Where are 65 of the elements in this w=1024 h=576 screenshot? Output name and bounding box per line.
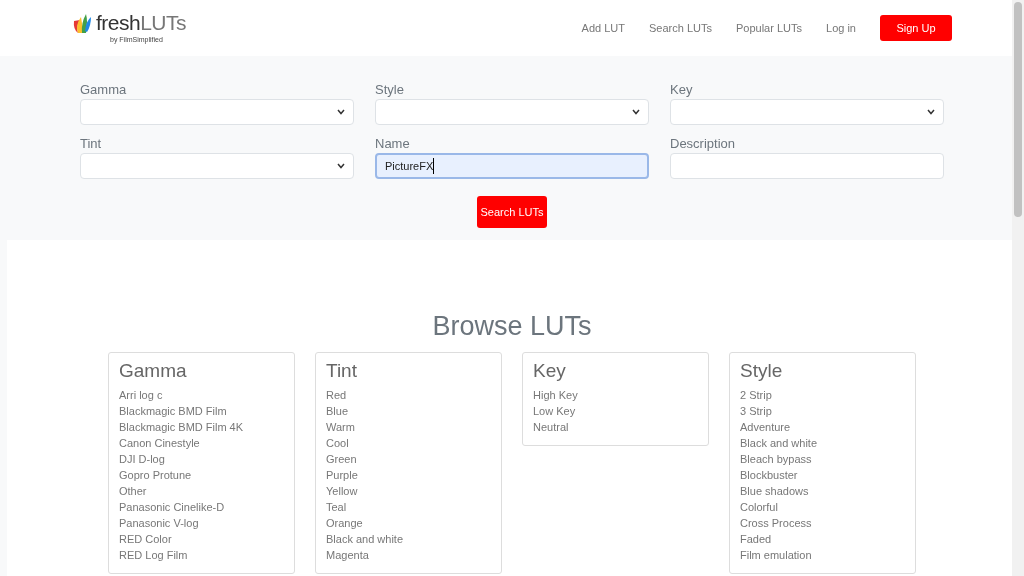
- category-link[interactable]: Cool: [326, 435, 491, 451]
- category-link[interactable]: Neutral: [533, 419, 698, 435]
- nav-link[interactable]: Log in: [826, 19, 856, 37]
- category-link[interactable]: Teal: [326, 499, 491, 515]
- card-title: Gamma: [119, 359, 188, 383]
- nav-link[interactable]: Popular LUTs: [735, 19, 802, 37]
- category-link[interactable]: Canon Cinestyle: [119, 435, 284, 451]
- category-link[interactable]: RED Log Film: [119, 547, 284, 563]
- category-link[interactable]: Gopro Protune: [119, 467, 284, 483]
- select-field[interactable]: [80, 99, 354, 125]
- section-title: Browse LUTs: [431, 310, 593, 342]
- category-link[interactable]: Bleach bypass: [740, 451, 905, 467]
- caret-icon: [632, 109, 640, 115]
- caret-icon: [337, 109, 345, 115]
- field-label: Description: [670, 136, 737, 152]
- category-link[interactable]: Blackmagic BMD Film 4K: [119, 419, 284, 435]
- scrollbar[interactable]: [1012, 0, 1024, 576]
- category-link[interactable]: RED Color: [119, 531, 284, 547]
- signup-button[interactable]: Sign Up: [880, 15, 952, 41]
- category-link[interactable]: Magenta: [326, 547, 491, 563]
- field-label: Tint: [80, 136, 103, 152]
- category-link[interactable]: Arri log c: [119, 387, 284, 403]
- select-field[interactable]: [80, 153, 354, 179]
- category-link[interactable]: Low Key: [533, 403, 698, 419]
- category-link[interactable]: Green: [326, 451, 491, 467]
- input-field[interactable]: [670, 153, 944, 179]
- select-field[interactable]: [670, 99, 944, 125]
- logo-text[interactable]: freshLUTs: [96, 12, 187, 34]
- category-link[interactable]: Panasonic Cinelike-D: [119, 499, 284, 515]
- category-link[interactable]: Yellow: [326, 483, 491, 499]
- category-link[interactable]: Adventure: [740, 419, 905, 435]
- caret-icon: [927, 109, 935, 115]
- search-button[interactable]: Search LUTs: [477, 196, 547, 228]
- category-link[interactable]: 2 Strip: [740, 387, 905, 403]
- category-link[interactable]: 3 Strip: [740, 403, 905, 419]
- category-link[interactable]: Colorful: [740, 499, 905, 515]
- category-link[interactable]: Orange: [326, 515, 491, 531]
- field-label: Name: [375, 136, 411, 152]
- nav-link[interactable]: Add LUT: [581, 19, 625, 37]
- category-link[interactable]: Red: [326, 387, 491, 403]
- card-title: Tint: [326, 359, 358, 383]
- category-link[interactable]: Purple: [326, 467, 491, 483]
- category-link[interactable]: Blue shadows: [740, 483, 905, 499]
- category-link[interactable]: High Key: [533, 387, 698, 403]
- category-link[interactable]: Blue: [326, 403, 491, 419]
- category-link[interactable]: Black and white: [740, 435, 905, 451]
- category-link[interactable]: Other: [119, 483, 284, 499]
- field-label: Key: [670, 82, 694, 98]
- input-field[interactable]: PictureFX: [375, 153, 649, 179]
- card-title: Style: [740, 359, 784, 383]
- caret-icon: [337, 163, 345, 169]
- category-link[interactable]: Faded: [740, 531, 905, 547]
- category-link[interactable]: Cross Process: [740, 515, 905, 531]
- category-link[interactable]: Blackmagic BMD Film: [119, 403, 284, 419]
- category-link[interactable]: DJI D-log: [119, 451, 284, 467]
- category-link[interactable]: Film emulation: [740, 547, 905, 563]
- nav-link[interactable]: Search LUTs: [649, 19, 712, 37]
- category-link[interactable]: Blockbuster: [740, 467, 905, 483]
- category-link[interactable]: Black and white: [326, 531, 491, 547]
- field-label: Gamma: [80, 82, 128, 98]
- field-label: Style: [375, 82, 405, 98]
- select-field[interactable]: [375, 99, 649, 125]
- category-link[interactable]: Warm: [326, 419, 491, 435]
- card-title: Key: [533, 359, 567, 383]
- category-link[interactable]: Panasonic V-log: [119, 515, 284, 531]
